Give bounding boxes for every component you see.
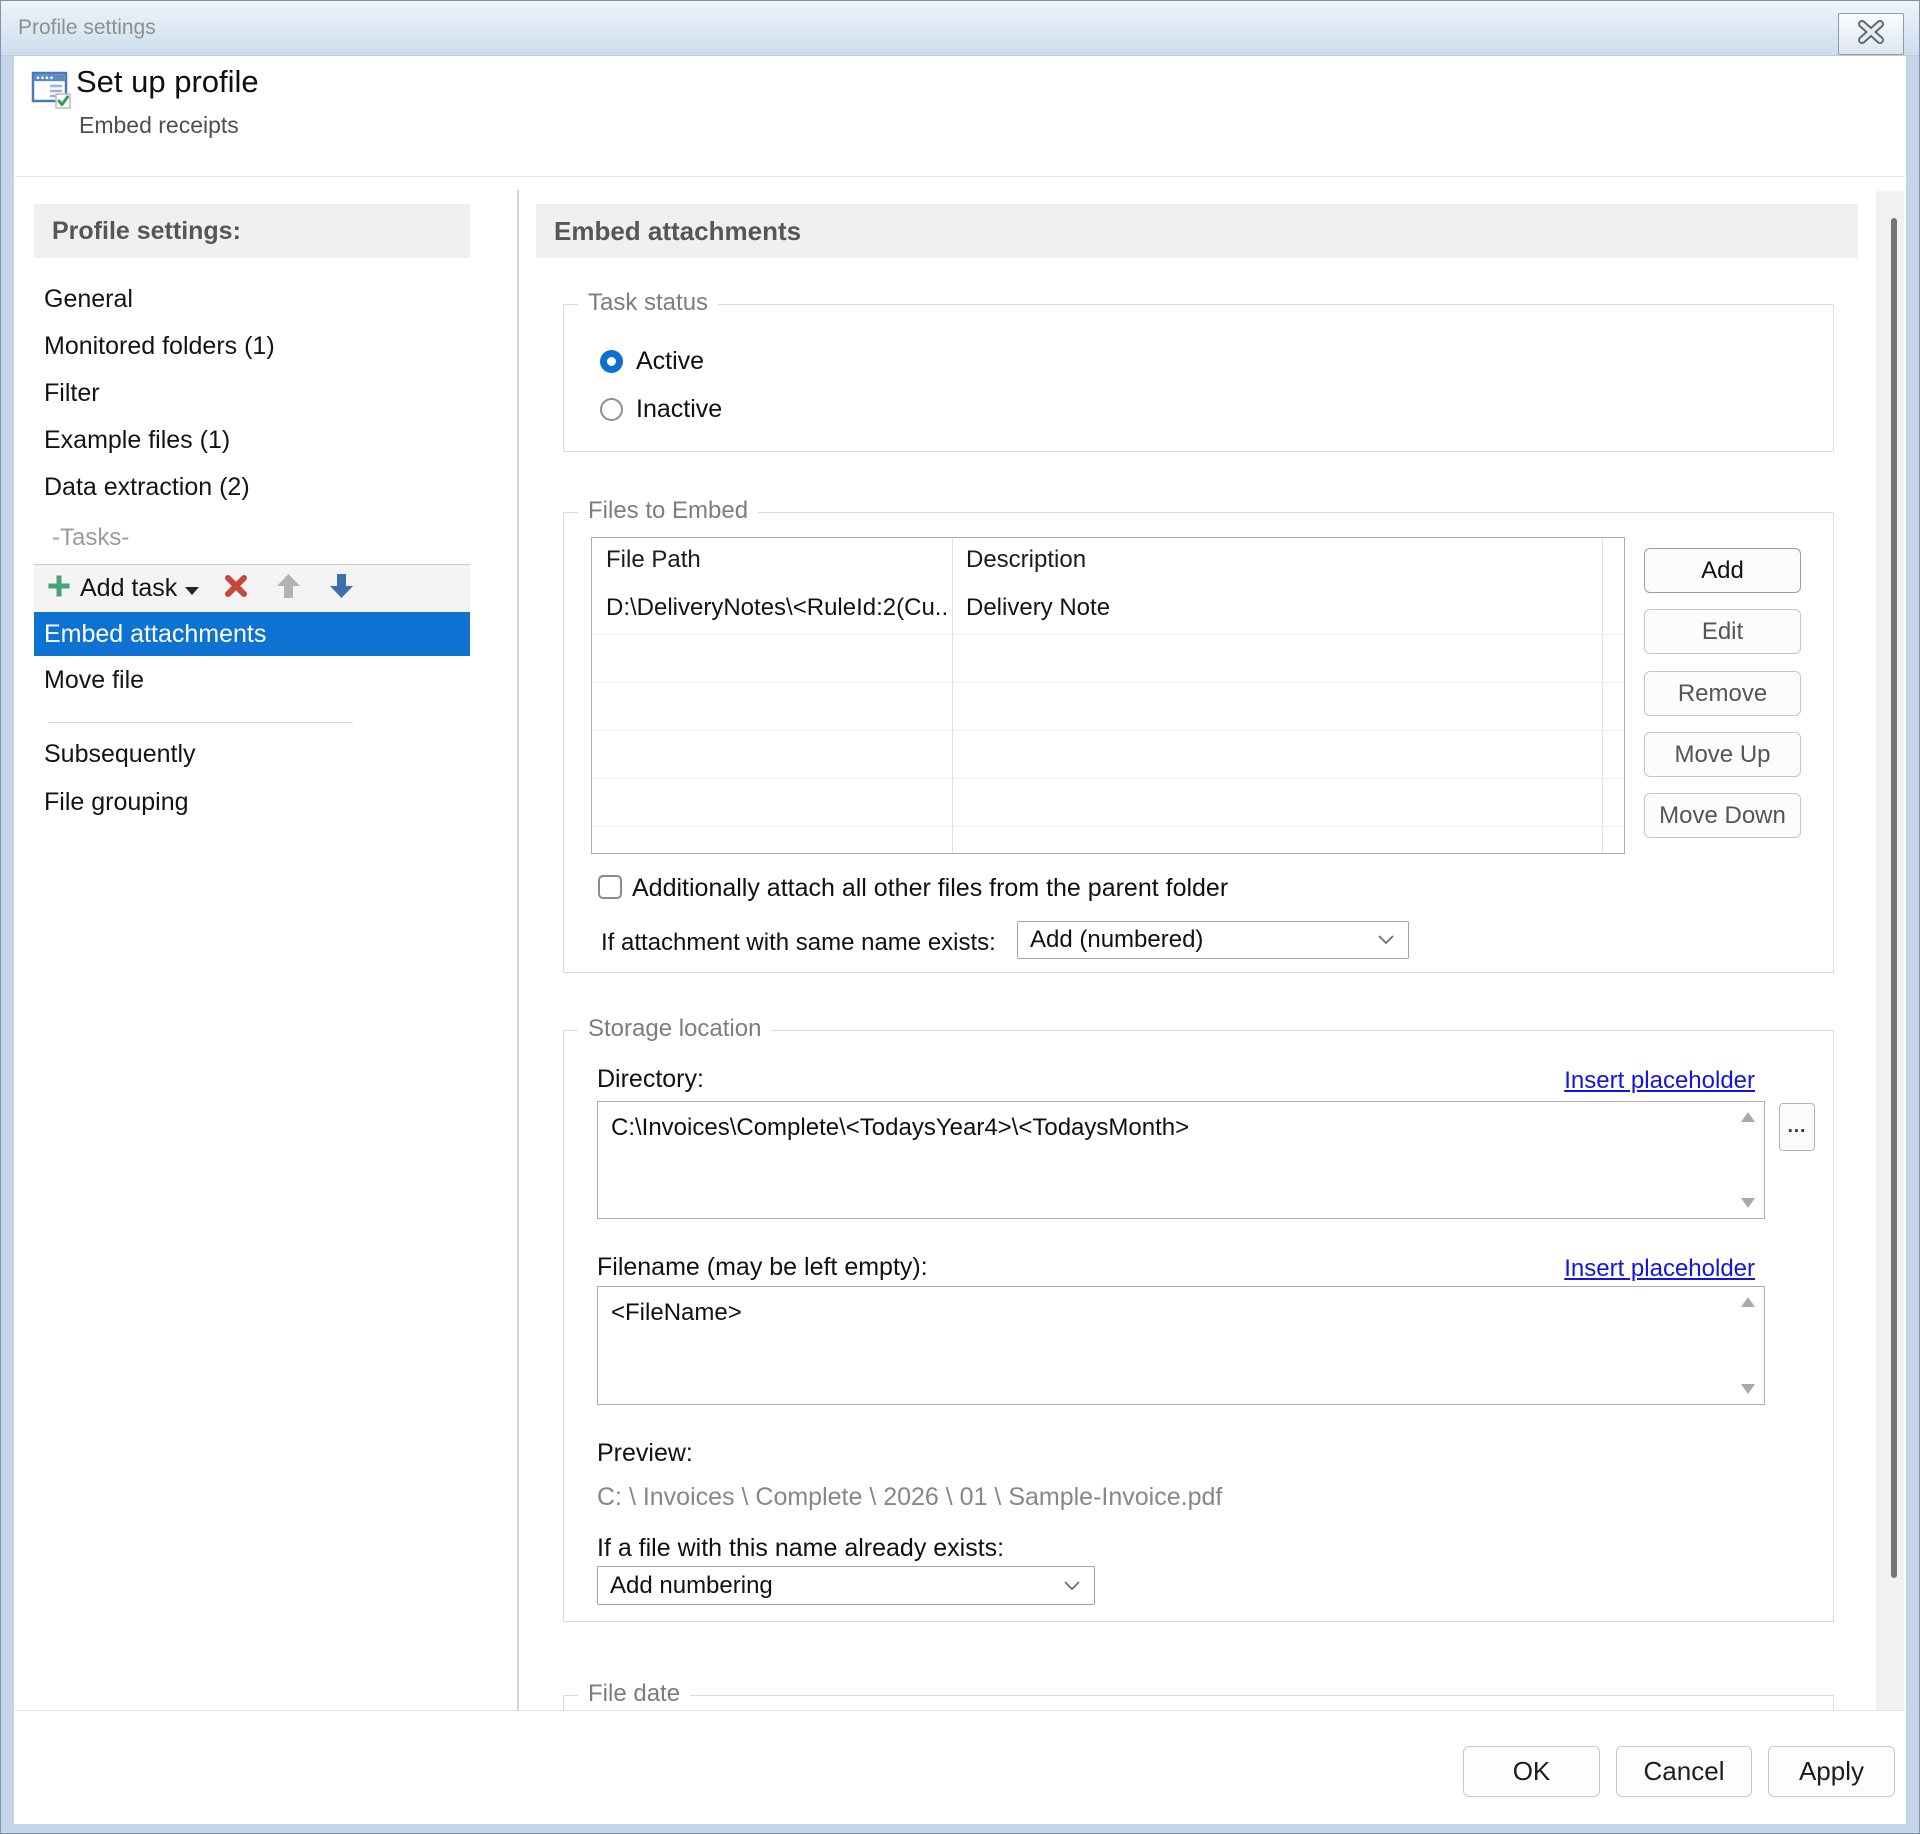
header-divider: [15, 176, 1905, 177]
add-task-label: Add task: [80, 574, 177, 603]
sidebar-item-filter[interactable]: Filter: [34, 370, 470, 416]
scroll-up-icon[interactable]: [1741, 1112, 1755, 1122]
directory-value: C:\Invoices\Complete\<TodaysYear4>\<Toda…: [611, 1114, 1189, 1141]
apply-button[interactable]: Apply: [1768, 1746, 1895, 1797]
same-name-combobox[interactable]: Add (numbered): [1017, 921, 1409, 959]
preview-path: C: \ Invoices \ Complete \ 2026 \ 01 \ S…: [597, 1483, 1222, 1512]
window-border-right: [1906, 56, 1920, 1834]
task-item-embed-attachments[interactable]: Embed attachments: [34, 612, 470, 656]
file-date-legend: File date: [578, 1680, 690, 1708]
file-exists-combobox[interactable]: Add numbering: [597, 1566, 1095, 1605]
sidebar-main-divider: [517, 190, 519, 1710]
files-table[interactable]: File Path Description D:\DeliveryNotes\<…: [591, 537, 1625, 854]
window-border-bottom: [0, 1824, 1920, 1834]
tasks-section-label: -Tasks-: [34, 516, 470, 560]
combo-chevron-icon: [1064, 1581, 1080, 1591]
storage-location-groupbox: Storage location Directory: Insert place…: [563, 1030, 1834, 1622]
radio-selected-icon: [600, 350, 623, 373]
row-description: Delivery Note: [966, 594, 1586, 622]
column-divider: [952, 538, 953, 853]
page-title: Set up profile: [76, 64, 259, 100]
row-file-path: D:\DeliveryNotes\<RuleId:2(Cu...: [606, 594, 946, 622]
task-status-legend: Task status: [578, 289, 718, 317]
close-button[interactable]: [1838, 13, 1904, 55]
row-divider: [592, 730, 1624, 731]
browse-directory-button[interactable]: ...: [1779, 1103, 1815, 1151]
edit-button[interactable]: Edit: [1644, 609, 1801, 654]
radio-active[interactable]: Active: [600, 347, 704, 376]
same-name-label: If attachment with same name exists:: [601, 929, 996, 957]
row-divider: [592, 634, 1624, 635]
radio-unselected-icon: [600, 398, 623, 421]
column-header-file-path[interactable]: File Path: [606, 546, 701, 574]
radio-inactive[interactable]: Inactive: [600, 395, 722, 424]
attach-parent-folder-label[interactable]: Additionally attach all other files from…: [632, 874, 1228, 903]
file-exists-value: Add numbering: [610, 1572, 773, 1600]
window-border-left: [0, 56, 14, 1834]
cancel-button[interactable]: Cancel: [1616, 1746, 1752, 1797]
vertical-scrollbar[interactable]: [1876, 191, 1904, 1710]
scrollbar-thumb[interactable]: [1891, 218, 1897, 1578]
add-task-button[interactable]: Add task: [46, 573, 199, 604]
combo-chevron-icon: [1378, 935, 1394, 945]
row-divider: [592, 826, 1624, 827]
filename-label: Filename (may be left empty):: [597, 1253, 928, 1282]
sidebar-item-monitored-folders[interactable]: Monitored folders (1): [34, 323, 470, 369]
scroll-down-icon[interactable]: [1741, 1384, 1755, 1394]
content-bottom-divider: [15, 1710, 1905, 1711]
page-subtitle: Embed receipts: [79, 112, 239, 139]
filename-input[interactable]: <FileName>: [597, 1286, 1765, 1405]
column-header-description[interactable]: Description: [966, 546, 1086, 574]
move-down-icon: [328, 572, 355, 605]
filename-value: <FileName>: [611, 1299, 742, 1326]
sidebar-item-example-files[interactable]: Example files (1): [34, 417, 470, 463]
row-divider: [592, 778, 1624, 779]
sidebar-heading: Profile settings:: [34, 204, 470, 258]
profile-settings-window: Profile settings Set up profile Embed re…: [0, 0, 1920, 1834]
task-status-groupbox: Task status Active Inactive: [563, 304, 1834, 452]
move-down-button[interactable]: Move Down: [1644, 793, 1801, 838]
dropdown-caret-icon: [185, 587, 199, 595]
add-plus-icon: [46, 573, 72, 604]
preview-label: Preview:: [597, 1439, 693, 1468]
same-name-value: Add (numbered): [1030, 926, 1203, 954]
row-divider: [592, 682, 1624, 683]
move-up-button[interactable]: Move Up: [1644, 732, 1801, 777]
insert-placeholder-link-directory[interactable]: Insert placeholder: [1564, 1067, 1755, 1095]
sidebar-item-file-grouping[interactable]: File grouping: [34, 780, 470, 824]
task-item-move-file[interactable]: Move file: [34, 658, 470, 702]
delete-x-icon: [223, 573, 249, 604]
close-icon: [1856, 20, 1886, 49]
scroll-up-icon[interactable]: [1741, 1297, 1755, 1307]
insert-placeholder-link-filename[interactable]: Insert placeholder: [1564, 1255, 1755, 1283]
column-divider: [1602, 538, 1603, 853]
window-title: Profile settings: [18, 16, 156, 40]
file-exists-label: If a file with this name already exists:: [597, 1534, 1004, 1563]
move-task-up-button[interactable]: [275, 572, 302, 605]
setup-profile-icon: [30, 68, 72, 110]
directory-input[interactable]: C:\Invoices\Complete\<TodaysYear4>\<Toda…: [597, 1101, 1765, 1219]
directory-label: Directory:: [597, 1065, 704, 1094]
files-to-embed-groupbox: Files to Embed File Path Description D:\…: [563, 512, 1834, 973]
panel-heading: Embed attachments: [536, 204, 1858, 258]
radio-inactive-label: Inactive: [636, 395, 722, 424]
sidebar-item-subsequently[interactable]: Subsequently: [34, 732, 470, 776]
remove-button[interactable]: Remove: [1644, 671, 1801, 716]
attach-parent-folder-checkbox[interactable]: [598, 875, 622, 899]
files-to-embed-legend: Files to Embed: [578, 497, 758, 525]
sidebar-item-general[interactable]: General: [34, 276, 470, 322]
move-up-icon: [275, 572, 302, 605]
ok-button[interactable]: OK: [1463, 1746, 1600, 1797]
task-list-divider: [48, 722, 353, 723]
delete-task-button[interactable]: [223, 573, 249, 604]
file-date-groupbox: File date: [563, 1695, 1834, 1711]
move-task-down-button[interactable]: [328, 572, 355, 605]
title-bar: Profile settings: [0, 0, 1920, 56]
radio-active-label: Active: [636, 347, 704, 376]
scroll-down-icon[interactable]: [1741, 1198, 1755, 1208]
add-button[interactable]: Add: [1644, 548, 1801, 593]
task-toolbar: Add task: [34, 565, 470, 612]
storage-location-legend: Storage location: [578, 1015, 771, 1043]
sidebar-item-data-extraction[interactable]: Data extraction (2): [34, 464, 470, 510]
